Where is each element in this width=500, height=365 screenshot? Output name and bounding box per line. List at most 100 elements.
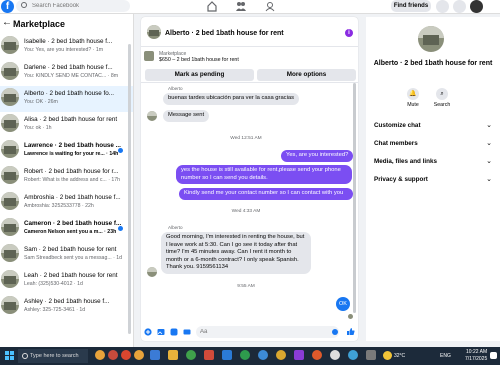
conversation-item[interactable]: Isabelle · 2 bed 1bath house f... You: Ye…: [0, 34, 133, 60]
conversation-thumbnail: [1, 166, 19, 184]
chrome-icon[interactable]: [186, 350, 196, 360]
conversation-snippet: You: ok · 1h: [24, 125, 52, 131]
more-options-button[interactable]: More options: [257, 69, 356, 81]
bell-icon: 🔔: [407, 88, 419, 100]
image-icon[interactable]: [157, 328, 165, 336]
clock-date[interactable]: 7/17/2025: [465, 356, 487, 362]
conversation-snippet: Lawrence is waiting for your re... · 14h: [24, 151, 119, 157]
task-view-icon[interactable]: [150, 350, 160, 360]
emoji-icon[interactable]: [332, 329, 338, 335]
app-icon[interactable]: [294, 350, 304, 360]
incoming-message[interactable]: Good morning, I'm interested in renting …: [161, 232, 311, 274]
conversation-thumbnail: [1, 244, 19, 262]
windows-taskbar: Type here to search 32°C ENG 10:22 AM 7/…: [0, 347, 500, 365]
menu-grid-icon[interactable]: [436, 0, 449, 13]
gif-icon[interactable]: [183, 328, 191, 336]
weather-temp[interactable]: 32°C: [394, 353, 405, 359]
mark-as-pending-button[interactable]: Mark as pending: [145, 69, 254, 81]
customize-chat-item[interactable]: Customize chat ⌄: [374, 118, 492, 134]
listing-card: Marketplace $650 – 2 bed 1bath house for…: [141, 47, 358, 83]
item-label: Chat members: [374, 140, 418, 147]
weather-sun-icon[interactable]: [383, 351, 392, 360]
chat-members-item[interactable]: Chat members ⌄: [374, 136, 492, 152]
facebook-logo-icon[interactable]: f: [1, 0, 14, 13]
conversation-list: Isabelle · 2 bed 1bath house f... You: Ye…: [0, 34, 133, 320]
mail-icon[interactable]: [222, 350, 232, 360]
item-label: Customize chat: [374, 122, 421, 129]
app-icon[interactable]: [121, 350, 131, 360]
search-button[interactable]: ⌕ Search: [427, 88, 457, 108]
incoming-message[interactable]: Message sent: [163, 110, 210, 122]
message-scrollbar[interactable]: [353, 83, 356, 313]
file-explorer-icon[interactable]: [168, 350, 178, 360]
listing-thumbnail[interactable]: [144, 51, 154, 61]
conversation-item[interactable]: Alisa · 2 bed 1bath house for rent You: o…: [0, 112, 133, 138]
conversation-item[interactable]: Lawrence · 2 bed 1bath house ... Lawrence…: [0, 138, 133, 164]
chevron-down-icon: ⌄: [486, 140, 492, 147]
search-input[interactable]: [32, 1, 126, 11]
chat-title[interactable]: Alberto · 2 bed 1bath house for rent: [165, 30, 284, 37]
friends-icon[interactable]: [235, 1, 247, 12]
message-input[interactable]: [196, 326, 339, 338]
media-files-links-item[interactable]: Media, files and links ⌄: [374, 154, 492, 170]
mute-button[interactable]: 🔔 Mute: [398, 88, 428, 108]
timestamp: 9:55 AM: [237, 284, 255, 289]
edge-icon[interactable]: [258, 350, 268, 360]
conversation-thumbnail: [1, 270, 19, 288]
conversation-thumbnail: [1, 114, 19, 132]
conversation-item[interactable]: Cameron · 2 bed 1bath house f... Cameron …: [0, 216, 133, 242]
conversation-item[interactable]: Alberto · 2 bed 1bath house fo... You: OK…: [0, 86, 133, 112]
conversation-item[interactable]: Darlene · 2 bed 1bath house f... You: KIN…: [0, 60, 133, 86]
sticker-icon[interactable]: [170, 328, 178, 336]
outgoing-message[interactable]: Kindly send me your contact number so I …: [179, 188, 353, 200]
privacy-support-item[interactable]: Privacy & support ⌄: [374, 172, 492, 188]
taskbar-search[interactable]: Type here to search: [18, 349, 88, 363]
conversation-avatar[interactable]: [418, 26, 444, 52]
app-icon[interactable]: [204, 350, 214, 360]
emoji-app-icon[interactable]: [95, 350, 105, 360]
groups-icon[interactable]: [264, 1, 276, 12]
conversation-snippet: You: KINDLY SEND ME CONTAC... · 8m: [24, 73, 119, 79]
conversation-item[interactable]: Leah · 2 bed 1bath house for rent Leah: (…: [0, 268, 133, 294]
sidebar-scrollbar[interactable]: [128, 44, 131, 334]
language-indicator[interactable]: ENG: [440, 353, 451, 359]
back-arrow-icon[interactable]: ←: [2, 17, 12, 28]
unread-dot-icon: [118, 148, 123, 153]
chrome-icon[interactable]: [276, 350, 286, 360]
like-thumb-icon[interactable]: [346, 327, 355, 336]
app-icon[interactable]: [348, 350, 358, 360]
conversation-name: Alberto · 2 bed 1bath house fo...: [24, 90, 114, 97]
app-icon[interactable]: [108, 350, 118, 360]
app-icon[interactable]: [366, 350, 376, 360]
search-label: Search: [433, 102, 451, 108]
sender-name: Alberto: [168, 86, 183, 91]
app-icon[interactable]: [134, 350, 144, 360]
conversation-item[interactable]: Sam · 2 bed 1bath house for rent Sam Stre…: [0, 242, 133, 268]
profile-avatar[interactable]: [470, 0, 483, 13]
chat-avatar[interactable]: [147, 25, 161, 39]
conversation-snippet: Leah: (325)530-4012 · 1d: [24, 281, 83, 287]
windows-start-icon[interactable]: [5, 351, 14, 360]
plus-icon[interactable]: [144, 328, 152, 336]
notification-icon[interactable]: [490, 352, 497, 359]
info-icon[interactable]: i: [345, 29, 353, 37]
outgoing-message[interactable]: OK: [336, 297, 350, 311]
clock-time[interactable]: 10:22 AM: [466, 349, 487, 355]
conversation-item[interactable]: Robert · 2 bed 1bath house for r... Rober…: [0, 164, 133, 190]
notifications-bell-icon[interactable]: [453, 0, 466, 13]
conversation-name: Alisa · 2 bed 1bath house for rent: [24, 116, 118, 123]
conversation-item[interactable]: Ambroshia · 2 bed 1bath house f... Ambros…: [0, 190, 133, 216]
conversation-thumbnail: [1, 36, 19, 54]
conversation-item[interactable]: Ashley · 2 bed 1bath house f... Ashley: 3…: [0, 294, 133, 320]
outgoing-message[interactable]: Yes, are you interested?: [281, 150, 354, 162]
incoming-message[interactable]: buenas tardes ubicación para ver la casa…: [163, 93, 299, 105]
chrome-icon[interactable]: [240, 350, 250, 360]
app-icon[interactable]: [330, 350, 340, 360]
sender-avatar: [147, 267, 157, 277]
listing-description: $650 – 2 bed 1bath house for rent: [159, 57, 239, 63]
search-box[interactable]: [16, 0, 130, 12]
find-friends-button[interactable]: Find friends: [391, 0, 431, 12]
app-icon[interactable]: [312, 350, 322, 360]
outgoing-message[interactable]: yes the house is still available for ren…: [176, 165, 352, 184]
home-icon[interactable]: [206, 1, 218, 12]
